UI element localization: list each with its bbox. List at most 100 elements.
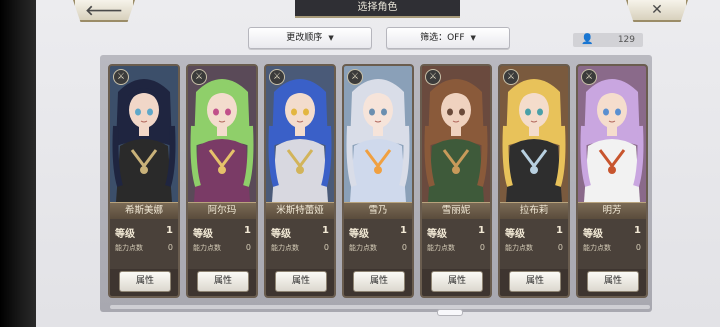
attributes-button[interactable]: 属性 [197, 271, 249, 292]
points-row: 能力点数 0 [583, 243, 641, 255]
points-label: 能力点数 [505, 244, 533, 252]
level-label: 等级 [505, 229, 525, 240]
character-name: 拉布莉 [500, 202, 568, 220]
points-label: 能力点数 [115, 244, 143, 252]
close-button[interactable]: ✕ [626, 0, 688, 22]
level-row: 等级 1 [271, 225, 329, 240]
character-card[interactable]: ⚔ 希斯美娜 等级 1 能力点数 0 属性 [108, 64, 180, 298]
attributes-button[interactable]: 属性 [509, 271, 561, 292]
class-icon: ⚔ [425, 69, 441, 85]
level-label: 等级 [349, 229, 369, 240]
points-value: 0 [323, 243, 329, 252]
level-row: 等级 1 [427, 225, 485, 240]
points-value: 0 [635, 243, 641, 252]
character-stats: 等级 1 能力点数 0 [188, 219, 256, 269]
character-portrait[interactable] [422, 66, 490, 202]
attributes-button[interactable]: 属性 [119, 271, 171, 292]
points-row: 能力点数 0 [271, 243, 329, 255]
left-edge [0, 0, 36, 327]
character-stats: 等级 1 能力点数 0 [422, 219, 490, 269]
level-value: 1 [400, 225, 407, 236]
points-label: 能力点数 [583, 244, 611, 252]
level-row: 等级 1 [115, 225, 173, 240]
class-icon: ⚔ [503, 69, 519, 85]
level-label: 等级 [115, 229, 135, 240]
character-stats: 等级 1 能力点数 0 [266, 219, 334, 269]
chevron-down-icon: ▼ [470, 34, 476, 42]
level-value: 1 [166, 225, 173, 236]
level-value: 1 [556, 225, 563, 236]
sort-label: 更改顺序 [286, 33, 323, 43]
page-title: 选择角色 [295, 0, 460, 18]
level-row: 等级 1 [583, 225, 641, 240]
filter-dropdown[interactable]: 筛选：OFF ▼ [386, 27, 510, 49]
class-icon: ⚔ [113, 69, 129, 85]
character-name: 明芳 [578, 202, 646, 220]
level-label: 等级 [427, 229, 447, 240]
scrollbar-thumb[interactable] [437, 309, 463, 316]
character-name: 阿尔玛 [188, 202, 256, 220]
points-label: 能力点数 [193, 244, 221, 252]
points-row: 能力点数 0 [505, 243, 563, 255]
close-icon: ✕ [651, 2, 663, 18]
attributes-button[interactable]: 属性 [431, 271, 483, 292]
character-name: 雪乃 [344, 202, 412, 220]
character-count-value: 129 [617, 35, 635, 45]
points-label: 能力点数 [349, 244, 377, 252]
scrollbar-track[interactable] [110, 305, 650, 309]
points-value: 0 [401, 243, 407, 252]
character-card[interactable]: ⚔ 明芳 等级 1 能力点数 0 属性 [576, 64, 648, 298]
character-stats: 等级 1 能力点数 0 [344, 219, 412, 269]
attributes-button[interactable]: 属性 [587, 271, 639, 292]
class-icon: ⚔ [269, 69, 285, 85]
points-value: 0 [245, 243, 251, 252]
level-row: 等级 1 [193, 225, 251, 240]
points-label: 能力点数 [427, 244, 455, 252]
level-row: 等级 1 [505, 225, 563, 240]
points-label: 能力点数 [271, 244, 299, 252]
character-card[interactable]: ⚔ 雪丽妮 等级 1 能力点数 0 属性 [420, 64, 492, 298]
back-arrow-icon: 🡐 [85, 2, 123, 19]
level-row: 等级 1 [349, 225, 407, 240]
character-name: 希斯美娜 [110, 202, 178, 220]
level-value: 1 [322, 225, 329, 236]
character-portrait[interactable] [188, 66, 256, 202]
level-label: 等级 [583, 229, 603, 240]
class-icon: ⚔ [581, 69, 597, 85]
points-value: 0 [557, 243, 563, 252]
level-value: 1 [478, 225, 485, 236]
points-row: 能力点数 0 [115, 243, 173, 255]
sort-dropdown[interactable]: 更改顺序 ▼ [248, 27, 372, 49]
character-portrait[interactable] [344, 66, 412, 202]
attributes-button[interactable]: 属性 [275, 271, 327, 292]
chevron-down-icon: ▼ [328, 34, 334, 42]
character-stats: 等级 1 能力点数 0 [500, 219, 568, 269]
character-stats: 等级 1 能力点数 0 [110, 219, 178, 269]
points-value: 0 [479, 243, 485, 252]
character-portrait[interactable] [110, 66, 178, 202]
filter-label: 筛选：OFF [420, 33, 465, 43]
character-card[interactable]: ⚔ 阿尔玛 等级 1 能力点数 0 属性 [186, 64, 258, 298]
character-card[interactable]: ⚔ 拉布莉 等级 1 能力点数 0 属性 [498, 64, 570, 298]
class-icon: ⚔ [347, 69, 363, 85]
character-name: 米斯特蕾娅 [266, 202, 334, 220]
character-portrait[interactable] [500, 66, 568, 202]
level-value: 1 [634, 225, 641, 236]
level-label: 等级 [193, 229, 213, 240]
character-stats: 等级 1 能力点数 0 [578, 219, 646, 269]
character-name: 雪丽妮 [422, 202, 490, 220]
character-card[interactable]: ⚔ 米斯特蕾娅 等级 1 能力点数 0 属性 [264, 64, 336, 298]
character-card[interactable]: ⚔ 雪乃 等级 1 能力点数 0 属性 [342, 64, 414, 298]
points-row: 能力点数 0 [427, 243, 485, 255]
character-portrait[interactable] [266, 66, 334, 202]
points-row: 能力点数 0 [193, 243, 251, 255]
back-button[interactable]: 🡐 [73, 0, 135, 22]
character-portrait[interactable] [578, 66, 646, 202]
points-value: 0 [167, 243, 173, 252]
level-value: 1 [244, 225, 251, 236]
class-icon: ⚔ [191, 69, 207, 85]
character-count: 👤 129 [573, 33, 643, 47]
points-row: 能力点数 0 [349, 243, 407, 255]
attributes-button[interactable]: 属性 [353, 271, 405, 292]
level-label: 等级 [271, 229, 291, 240]
